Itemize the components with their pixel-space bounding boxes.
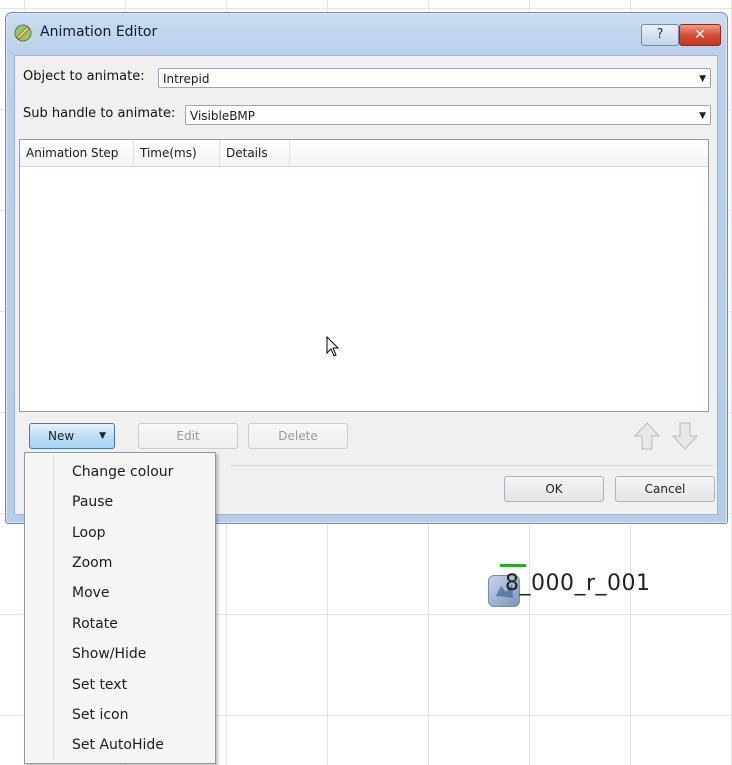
chevron-down-icon: ▼ <box>699 111 706 121</box>
column-time-ms[interactable]: Time(ms) <box>134 140 220 166</box>
button-row-divider <box>231 465 713 466</box>
object-to-animate-select[interactable]: Intrepid ▼ <box>158 68 711 88</box>
canvas-object-label[interactable]: 8_000_r_001 <box>505 571 651 596</box>
object-to-animate-label: Object to animate: <box>23 69 145 84</box>
close-button[interactable]: ✕ <box>679 24 721 46</box>
mouse-cursor-icon <box>326 335 340 362</box>
move-up-arrow-icon[interactable] <box>633 421 661 455</box>
list-header: Animation Step Time(ms) Details <box>20 140 708 167</box>
sub-handle-value: VisibleBMP <box>190 109 256 123</box>
ok-button[interactable]: OK <box>504 476 604 502</box>
column-animation-step[interactable]: Animation Step <box>20 140 134 166</box>
menu-item-loop[interactable]: Loop <box>72 520 212 546</box>
app-icon <box>13 23 33 43</box>
edit-button[interactable]: Edit <box>138 423 238 449</box>
delete-button[interactable]: Delete <box>248 423 348 449</box>
menu-item-set-autohide[interactable]: Set AutoHide <box>72 732 212 758</box>
title-bar[interactable]: Animation Editor ? ✕ <box>6 13 727 53</box>
menu-item-set-text[interactable]: Set text <box>72 672 212 698</box>
animation-editor-dialog: Animation Editor ? ✕ Object to animate: … <box>5 12 728 524</box>
new-button[interactable]: New ▼ <box>29 423 115 449</box>
menu-gutter <box>53 455 54 760</box>
object-selection-marker <box>500 564 526 567</box>
animation-steps-list[interactable]: Animation Step Time(ms) Details <box>19 139 709 412</box>
menu-item-rotate[interactable]: Rotate <box>72 611 212 637</box>
object-to-animate-value: Intrepid <box>163 72 210 86</box>
menu-item-set-icon[interactable]: Set icon <box>72 702 212 728</box>
menu-item-show-hide[interactable]: Show/Hide <box>72 641 212 667</box>
column-details[interactable]: Details <box>220 140 290 166</box>
cancel-button[interactable]: Cancel <box>615 476 715 502</box>
dialog-body: Object to animate: Intrepid ▼ Sub handle… <box>14 55 718 515</box>
new-button-label: New <box>48 429 75 443</box>
sub-handle-select[interactable]: VisibleBMP ▼ <box>185 105 711 125</box>
dropdown-arrow-icon: ▼ <box>99 431 106 441</box>
menu-item-change-colour[interactable]: Change colour <box>72 459 212 485</box>
help-button[interactable]: ? <box>641 24 679 46</box>
new-step-menu: Change colour Pause Loop Zoom Move Rotat… <box>24 452 216 764</box>
sub-handle-label: Sub handle to animate: <box>23 106 176 121</box>
move-down-arrow-icon[interactable] <box>671 421 699 455</box>
menu-item-pause[interactable]: Pause <box>72 489 212 515</box>
menu-item-zoom[interactable]: Zoom <box>72 550 212 576</box>
window-title: Animation Editor <box>40 24 158 40</box>
chevron-down-icon: ▼ <box>699 74 706 84</box>
menu-item-move[interactable]: Move <box>72 580 212 606</box>
